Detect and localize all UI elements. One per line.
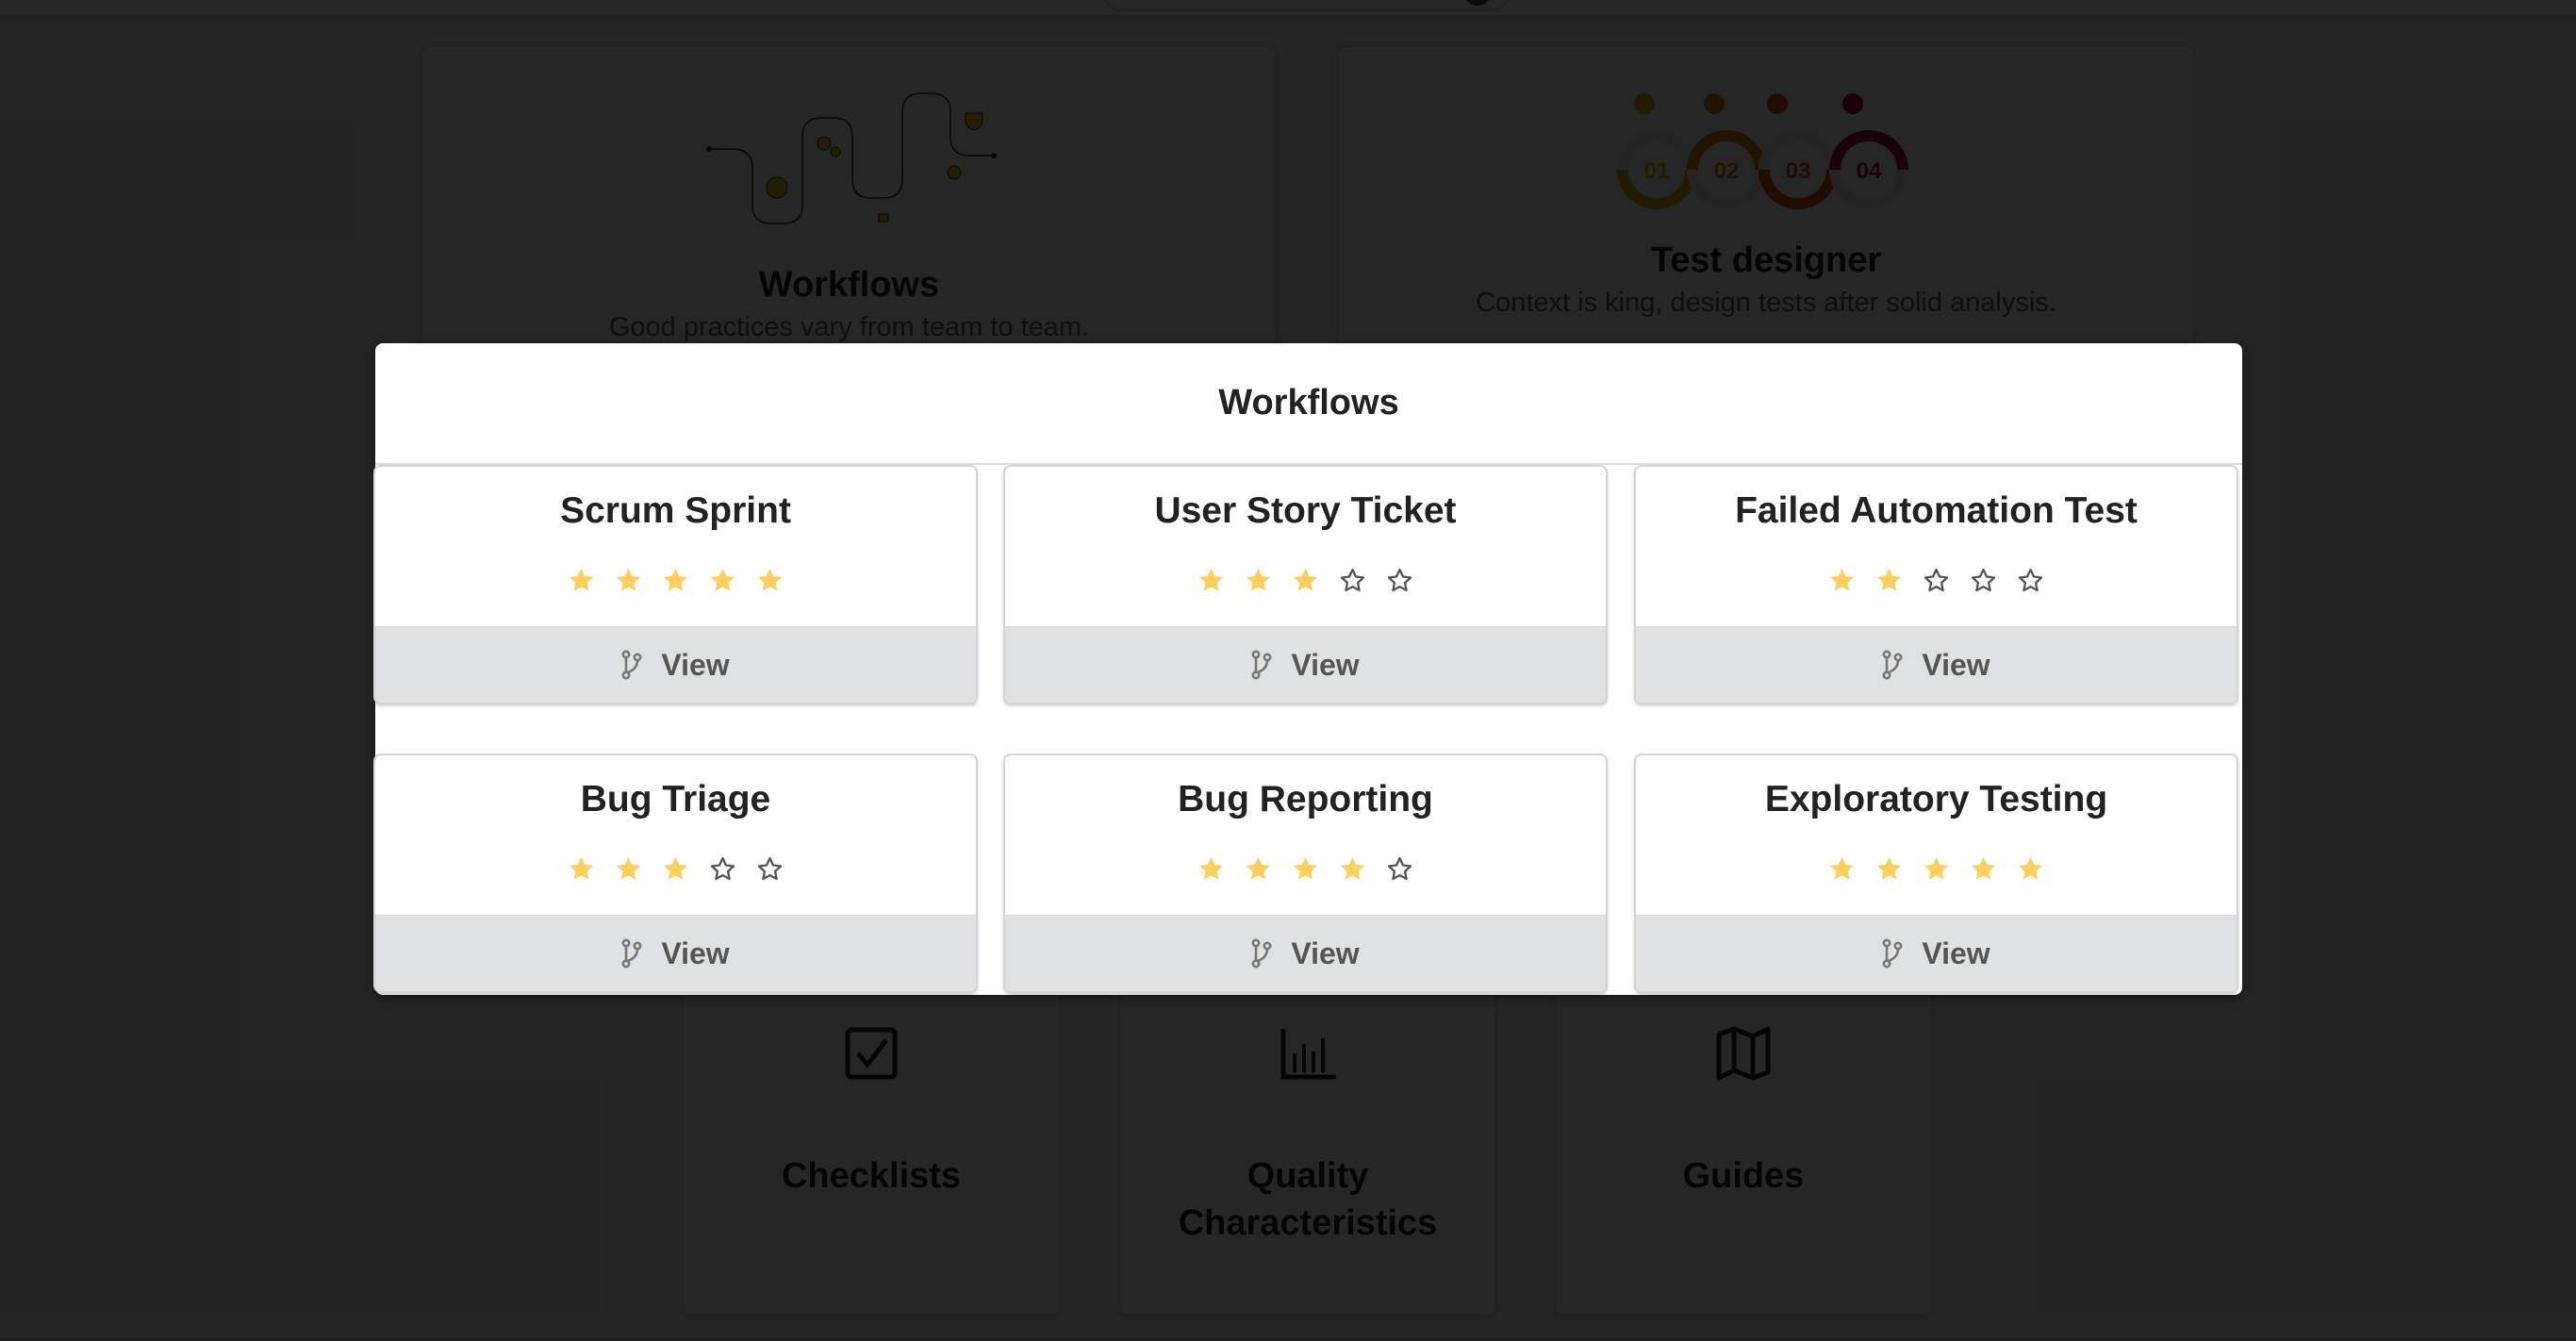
view-button-label: View — [1922, 935, 1990, 970]
star-empty-icon — [708, 854, 737, 886]
star-filled-icon — [1338, 854, 1367, 886]
star-empty-icon — [1969, 566, 1998, 598]
star-filled-icon — [1874, 566, 1904, 598]
view-button[interactable]: View — [375, 626, 976, 703]
star-filled-icon — [708, 566, 737, 598]
star-rating — [375, 854, 976, 886]
star-filled-icon — [1969, 854, 1998, 886]
star-empty-icon — [755, 854, 784, 886]
star-filled-icon — [1827, 854, 1857, 886]
view-button[interactable]: View — [375, 915, 976, 991]
workflow-title: Failed Automation Test — [1735, 490, 2138, 531]
workflow-card-scrum-sprint: Scrum Sprint View — [373, 465, 978, 704]
star-empty-icon — [1338, 566, 1367, 598]
modal-title: Workflows — [1218, 383, 1399, 422]
star-filled-icon — [1291, 854, 1320, 886]
view-button[interactable]: View — [1005, 915, 1606, 991]
branch-icon — [1251, 650, 1272, 680]
workflow-title: Bug Reporting — [1178, 779, 1433, 820]
star-filled-icon — [1197, 566, 1226, 598]
workflow-title: Bug Triage — [580, 779, 771, 820]
workflow-title: Scrum Sprint — [560, 490, 791, 531]
star-empty-icon — [1922, 566, 1951, 598]
star-filled-icon — [567, 566, 596, 598]
star-filled-icon — [1244, 566, 1273, 598]
workflow-card-exploratory-testing: Exploratory Testing View — [1634, 753, 2238, 993]
star-filled-icon — [1244, 854, 1273, 886]
star-rating — [375, 566, 976, 598]
view-button-label: View — [661, 647, 730, 682]
star-filled-icon — [1874, 854, 1904, 886]
branch-icon — [621, 650, 642, 680]
branch-icon — [1251, 938, 1272, 968]
star-rating — [1636, 566, 2237, 598]
star-filled-icon — [755, 566, 784, 598]
star-filled-icon — [1922, 854, 1951, 886]
branch-icon — [1882, 938, 1903, 968]
workflow-title: User Story Ticket — [1154, 490, 1457, 531]
star-filled-icon — [1827, 566, 1857, 598]
star-filled-icon — [2016, 854, 2045, 886]
star-empty-icon — [1385, 854, 1414, 886]
star-filled-icon — [661, 854, 690, 886]
star-filled-icon — [661, 566, 690, 598]
view-button[interactable]: View — [1005, 626, 1606, 703]
view-button-label: View — [1291, 647, 1360, 682]
branch-icon — [1882, 650, 1903, 680]
workflow-card-bug-triage: Bug Triage View — [373, 753, 978, 993]
view-button-label: View — [1922, 647, 1990, 682]
workflow-card-failed-automation-test: Failed Automation Test View — [1634, 465, 2238, 704]
star-filled-icon — [614, 854, 643, 886]
star-filled-icon — [1291, 566, 1320, 598]
view-button-label: View — [1291, 935, 1360, 970]
modal-header: Workflows — [375, 343, 2242, 465]
star-empty-icon — [2016, 566, 2045, 598]
workflow-card-user-story-ticket: User Story Ticket View — [1003, 465, 1608, 704]
star-rating — [1636, 854, 2237, 886]
view-button[interactable]: View — [1636, 915, 2237, 991]
star-rating — [1005, 566, 1606, 598]
view-button[interactable]: View — [1636, 626, 2237, 703]
view-button-label: View — [661, 935, 730, 970]
workflow-title: Exploratory Testing — [1764, 779, 2108, 820]
star-filled-icon — [567, 854, 596, 886]
workflows-modal: Workflows Scrum Sprint View User Story T… — [373, 343, 2242, 995]
star-rating — [1005, 854, 1606, 886]
star-empty-icon — [1385, 566, 1414, 598]
branch-icon — [621, 938, 642, 968]
star-filled-icon — [614, 566, 643, 598]
star-filled-icon — [1197, 854, 1226, 886]
workflow-card-bug-reporting: Bug Reporting View — [1003, 753, 1608, 993]
